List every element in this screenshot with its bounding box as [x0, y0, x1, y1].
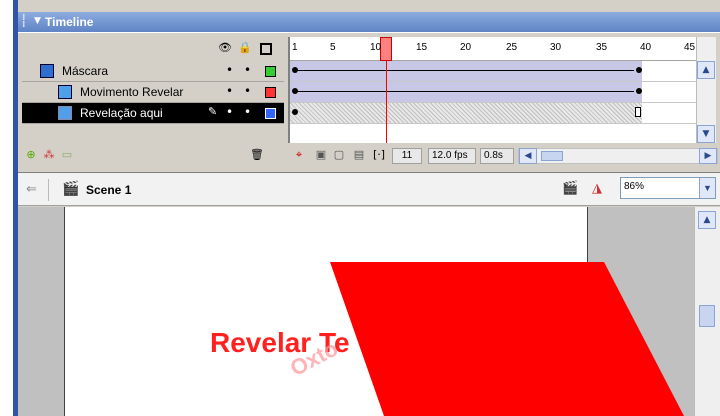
visibility-dot[interactable]: • — [226, 84, 233, 98]
outline-color-square[interactable] — [265, 87, 276, 98]
lock-dot[interactable]: • — [244, 63, 251, 77]
scroll-thumb[interactable] — [541, 151, 563, 161]
motion-tween[interactable] — [290, 61, 642, 81]
keyframe[interactable] — [636, 88, 642, 94]
lock-icon[interactable]: 🔒 — [238, 41, 252, 55]
stage-area[interactable]: Revelar Te Oxto — [18, 207, 694, 416]
edit-scene-icon[interactable]: 🎬 — [562, 181, 578, 196]
outline-icon[interactable] — [260, 43, 272, 55]
frame-rate: 12.0 fps — [428, 148, 476, 164]
ruler-label: 30 — [550, 42, 562, 53]
left-frame — [0, 0, 18, 416]
layers-header: 👁 🔒 — [22, 37, 284, 61]
scene-name[interactable]: Scene 1 — [86, 183, 131, 197]
eye-icon[interactable]: 👁 — [218, 41, 232, 55]
layer-name: Revelação aqui — [80, 106, 163, 120]
frame-row-movimento-revelar[interactable] — [290, 82, 696, 103]
layer-row-movimento-revelar[interactable]: Movimento Revelar • • — [22, 82, 284, 103]
add-layer-icon[interactable]: ⊕ — [24, 148, 38, 162]
divider — [48, 179, 49, 201]
frames-grid[interactable]: 1 5 10 15 20 25 30 35 40 45 — [288, 37, 696, 143]
ruler-label: 10 — [370, 42, 382, 53]
add-guide-icon[interactable]: ⁂ — [42, 148, 56, 162]
masked-layer-icon — [58, 85, 72, 99]
timeline-panel: 👁 🔒 Máscara • • Movimento Revelar • • Re… — [18, 32, 720, 170]
static-frames[interactable] — [290, 103, 642, 123]
ruler-label: 15 — [416, 42, 428, 53]
lock-dot[interactable]: • — [244, 105, 251, 119]
scroll-right-button[interactable]: ▶ — [699, 148, 717, 164]
trash-icon[interactable]: 🗑 — [250, 148, 264, 162]
onion-outlines-icon[interactable]: ▢ — [332, 148, 346, 162]
add-folder-icon[interactable]: ▭ — [60, 148, 74, 162]
ruler-label: 40 — [640, 42, 652, 53]
ruler-label: 20 — [460, 42, 472, 53]
layer-row-revelacao-aqui[interactable]: Revelação aqui ✎ • • — [22, 103, 284, 124]
ruler-label: 1 — [292, 42, 298, 53]
mask-shape[interactable] — [330, 262, 684, 416]
layer-row-mascara[interactable]: Máscara • • — [22, 61, 284, 82]
zoom-select[interactable]: 86% ▼ — [620, 177, 716, 199]
playhead-line — [386, 61, 387, 143]
panel-title: Timeline — [45, 15, 94, 29]
grip-icon[interactable]: ⁞ ⁞ — [22, 14, 28, 30]
layer-name: Máscara — [62, 64, 109, 78]
timeline-toolbar: ⊕ ⁂ ▭ 🗑 ⌖ ▣ ▢ ▤ [·] 11 12.0 fps 0.8s ◀ ▶ — [22, 145, 720, 167]
edit-symbol-icon[interactable]: ◮ — [592, 181, 602, 196]
frame-ruler[interactable]: 1 5 10 15 20 25 30 35 40 45 — [290, 37, 696, 61]
visibility-dot[interactable]: • — [226, 105, 233, 119]
zoom-value: 86% — [624, 181, 645, 192]
center-frame-icon[interactable]: ⌖ — [292, 148, 306, 162]
ruler-label: 5 — [330, 42, 336, 53]
ruler-label: 35 — [596, 42, 608, 53]
scroll-thumb[interactable] — [699, 305, 715, 327]
frame-row-mascara[interactable] — [290, 61, 696, 82]
mask-shape-svg — [330, 262, 684, 416]
scroll-up-button[interactable]: ▲ — [698, 211, 716, 229]
motion-tween[interactable] — [290, 82, 642, 102]
scroll-up-button[interactable]: ▲ — [697, 61, 715, 79]
edit-multiple-icon[interactable]: ▤ — [352, 148, 366, 162]
visibility-dot[interactable]: • — [226, 63, 233, 77]
keyframe[interactable] — [292, 109, 298, 115]
elapsed-time: 0.8s — [480, 148, 514, 164]
chevron-down-icon[interactable]: ▼ — [699, 178, 715, 198]
stage-vertical-scrollbar[interactable]: ▲ — [694, 207, 720, 416]
scene-edit-bar: ⇐ 🎬 Scene 1 🎬 ◮ 86% ▼ — [18, 172, 720, 206]
timeline-horizontal-scrollbar[interactable]: ◀ ▶ — [518, 148, 718, 164]
masked-layer-icon — [58, 106, 72, 120]
flash-workspace: ⁞ ⁞ ▼ Timeline 👁 🔒 Máscara • • Movimento … — [0, 0, 720, 416]
timeline-panel-titlebar[interactable]: ⁞ ⁞ ▼ Timeline — [18, 12, 720, 32]
back-arrow-icon[interactable]: ⇐ — [26, 182, 37, 197]
ruler-label: 45 — [684, 42, 696, 53]
keyframe[interactable] — [292, 88, 298, 94]
keyframe[interactable] — [292, 67, 298, 73]
onion-markers-icon[interactable]: [·] — [372, 148, 386, 162]
keyframe[interactable] — [636, 67, 642, 73]
scroll-down-button[interactable]: ▼ — [697, 125, 715, 143]
outline-color-square[interactable] — [265, 108, 276, 119]
onion-skin-icon[interactable]: ▣ — [314, 148, 328, 162]
scene-icon: 🎬 — [62, 181, 80, 197]
outline-color-square[interactable] — [265, 66, 276, 77]
end-frame[interactable] — [635, 107, 641, 117]
layer-name: Movimento Revelar — [80, 85, 184, 99]
frame-row-revelacao-aqui[interactable] — [290, 103, 696, 124]
collapse-triangle-icon[interactable]: ▼ — [34, 16, 41, 26]
current-frame: 11 — [392, 148, 422, 164]
lock-dot[interactable]: • — [244, 84, 251, 98]
mask-layer-icon — [40, 64, 54, 78]
timeline-vertical-scrollbar[interactable]: ▲ ▼ — [696, 37, 716, 143]
playhead[interactable] — [380, 37, 392, 61]
ruler-label: 25 — [506, 42, 518, 53]
scroll-left-button[interactable]: ◀ — [519, 148, 537, 164]
pencil-icon: ✎ — [208, 105, 218, 118]
